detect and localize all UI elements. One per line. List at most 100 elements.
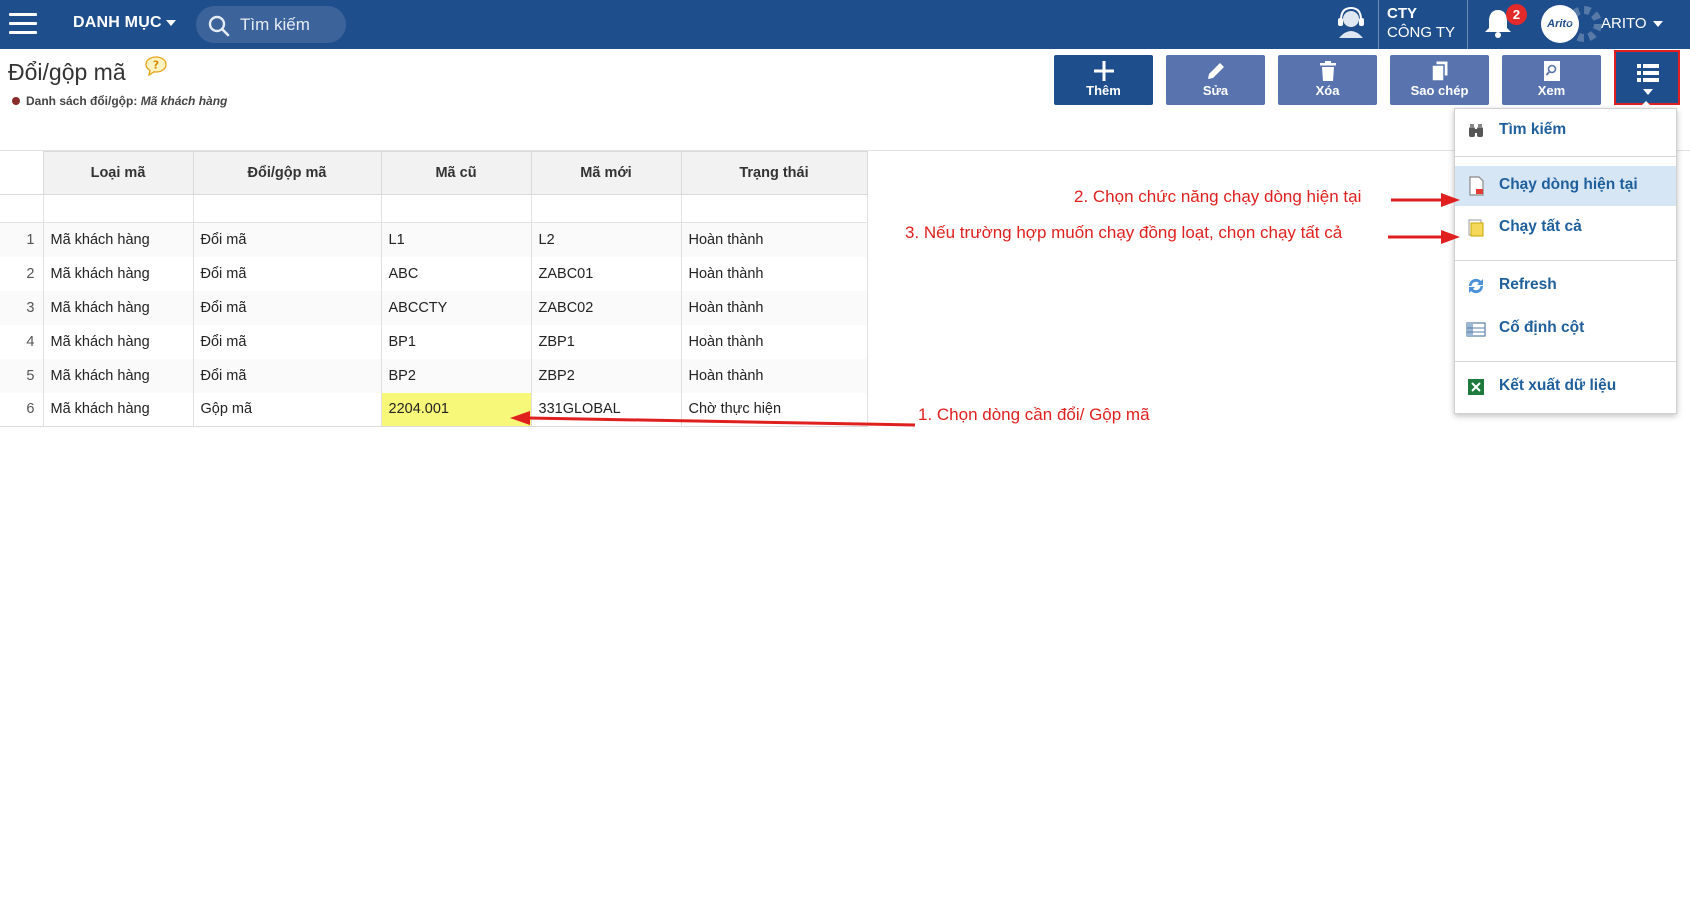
annotation-arrow-3 <box>1388 230 1460 244</box>
help-icon[interactable]: ? <box>145 56 167 76</box>
pencil-icon <box>1166 55 1265 81</box>
cell-code-type[interactable]: Mã khách hàng <box>43 324 194 359</box>
cell-old-code[interactable]: ABCCTY <box>381 290 532 325</box>
filter-cell[interactable] <box>380 194 532 223</box>
cell-old-code[interactable]: L1 <box>381 222 532 257</box>
freeze-columns-icon <box>1466 322 1486 337</box>
support-agent-icon[interactable] <box>1334 6 1368 40</box>
copy-icon <box>1390 55 1489 82</box>
cell-new-code[interactable]: ZBP2 <box>531 358 682 393</box>
dropdown-pointer <box>1639 101 1653 108</box>
category-menu-button[interactable]: DANH MỤC <box>73 14 162 32</box>
menu-item-run-all[interactable]: Chạy tất cả <box>1455 208 1676 248</box>
add-button[interactable]: Thêm <box>1054 55 1153 105</box>
table-row[interactable]: 4 Mã khách hàng Đổi mã BP1 ZBP1 Hoàn thà… <box>0 324 868 359</box>
binoculars-icon <box>1469 124 1483 137</box>
user-menu-button[interactable]: ARITO <box>1601 15 1647 32</box>
column-header-old-code[interactable]: Mã cũ <box>380 151 532 195</box>
company-selector[interactable]: CTY CÔNG TY <box>1387 4 1455 42</box>
cell-code-type[interactable]: Mã khách hàng <box>43 290 194 325</box>
column-header-action[interactable]: Đổi/gộp mã <box>192 151 382 195</box>
filter-cell-blank <box>0 194 44 223</box>
cell-status[interactable]: Hoàn thành <box>681 256 868 291</box>
cell-status[interactable]: Hoàn thành <box>681 222 868 257</box>
cell-action[interactable]: Đổi mã <box>193 358 382 393</box>
cell-old-code[interactable]: BP1 <box>381 324 532 359</box>
view-button[interactable]: Xem <box>1502 55 1601 105</box>
chevron-down-icon[interactable] <box>166 20 176 26</box>
cell-action[interactable]: Đổi mã <box>193 256 382 291</box>
delete-button[interactable]: Xóa <box>1278 55 1377 105</box>
cell-code-type[interactable]: Mã khách hàng <box>43 222 194 257</box>
notification-count-badge: 2 <box>1506 4 1527 25</box>
view-button-label: Xem <box>1537 83 1566 98</box>
column-header-code-type[interactable]: Loại mã <box>42 151 194 195</box>
cell-status[interactable]: Hoàn thành <box>681 324 868 359</box>
copy-button[interactable]: Sao chép <box>1390 55 1489 105</box>
trash-icon <box>1278 55 1377 81</box>
table-row[interactable]: 1 Mã khách hàng Đổi mã L1 L2 Hoàn thành <box>0 222 868 257</box>
cell-old-code[interactable]: BP2 <box>381 358 532 393</box>
table-row-selected[interactable]: 6 Mã khách hàng Gộp mã 2204.001 331GLOBA… <box>0 392 868 427</box>
run-document-icon <box>1469 176 1484 196</box>
menu-item-run-current-row[interactable]: Chạy dòng hiện tại <box>1455 166 1676 206</box>
row-number: 6 <box>0 392 44 427</box>
cell-new-code[interactable]: ZABC01 <box>531 256 682 291</box>
row-number: 2 <box>0 256 44 291</box>
more-actions-menu-button[interactable] <box>1614 50 1680 105</box>
filter-cell[interactable] <box>530 194 682 223</box>
menu-item-export-data[interactable]: Kết xuất dữ liệu <box>1455 367 1676 407</box>
list-menu-icon <box>1637 64 1659 82</box>
cell-old-code[interactable]: ABC <box>381 256 532 291</box>
code-merge-table: Loại mã Đổi/gộp mã Mã cũ Mã mới Trạng th… <box>0 151 868 427</box>
filter-cell[interactable] <box>192 194 382 223</box>
search-input[interactable] <box>240 14 340 36</box>
cell-action[interactable]: Gộp mã <box>193 392 382 427</box>
subtitle-bullet <box>12 97 20 105</box>
actions-dropdown-menu: Tìm kiếm Chạy dòng hiện tại Chạy tất cả … <box>1454 108 1677 414</box>
search-icon <box>208 15 230 37</box>
table-row[interactable]: 5 Mã khách hàng Đổi mã BP2 ZBP2 Hoàn thà… <box>0 358 868 393</box>
cell-action[interactable]: Đổi mã <box>193 324 382 359</box>
menu-item-freeze-columns[interactable]: Cố định cột <box>1455 309 1676 349</box>
chevron-down-icon[interactable] <box>1653 21 1663 27</box>
copy-button-label: Sao chép <box>1410 83 1469 98</box>
svg-text:?: ? <box>153 59 159 72</box>
column-header-status[interactable]: Trạng thái <box>680 151 868 195</box>
cell-status[interactable]: Chờ thực hiện <box>681 392 868 427</box>
menu-item-freeze-columns-label: Cố định cột <box>1499 319 1585 336</box>
row-number: 5 <box>0 358 44 393</box>
cell-status[interactable]: Hoàn thành <box>681 290 868 325</box>
header-divider <box>1378 0 1379 49</box>
cell-old-code-selected[interactable]: 2204.001 <box>381 392 532 427</box>
hamburger-menu-icon[interactable] <box>9 13 37 35</box>
menu-separator <box>1455 361 1676 362</box>
add-button-label: Thêm <box>1086 83 1121 98</box>
annotation-step-3: 3. Nếu trường hợp muốn chạy đồng loạt, c… <box>905 223 1343 242</box>
cell-code-type[interactable]: Mã khách hàng <box>43 358 194 393</box>
annotation-step-1: 1. Chọn dòng cần đổi/ Gộp mã <box>918 405 1150 424</box>
cell-code-type[interactable]: Mã khách hàng <box>43 392 194 427</box>
table-row[interactable]: 2 Mã khách hàng Đổi mã ABC ZABC01 Hoàn t… <box>0 256 868 291</box>
column-header-new-code[interactable]: Mã mới <box>530 151 682 195</box>
cell-action[interactable]: Đổi mã <box>193 222 382 257</box>
run-all-icon <box>1468 219 1484 237</box>
menu-item-refresh[interactable]: Refresh <box>1455 266 1676 306</box>
cell-new-code[interactable]: ZABC02 <box>531 290 682 325</box>
cell-code-type[interactable]: Mã khách hàng <box>43 256 194 291</box>
menu-separator <box>1455 260 1676 261</box>
menu-item-search[interactable]: Tìm kiếm <box>1455 111 1676 151</box>
annotation-arrows <box>510 193 1460 427</box>
edit-button[interactable]: Sửa <box>1166 55 1265 105</box>
cell-new-code[interactable]: L2 <box>531 222 682 257</box>
table-row[interactable]: 3 Mã khách hàng Đổi mã ABCCTY ZABC02 Hoà… <box>0 290 868 325</box>
cell-new-code[interactable]: 331GLOBAL <box>531 392 682 427</box>
company-short-name: CTY <box>1387 5 1417 22</box>
cell-status[interactable]: Hoàn thành <box>681 358 868 393</box>
global-search-box[interactable] <box>196 6 346 43</box>
filter-cell[interactable] <box>680 194 868 223</box>
filter-cell[interactable] <box>42 194 194 223</box>
menu-item-refresh-label: Refresh <box>1499 276 1557 293</box>
cell-new-code[interactable]: ZBP1 <box>531 324 682 359</box>
cell-action[interactable]: Đổi mã <box>193 290 382 325</box>
